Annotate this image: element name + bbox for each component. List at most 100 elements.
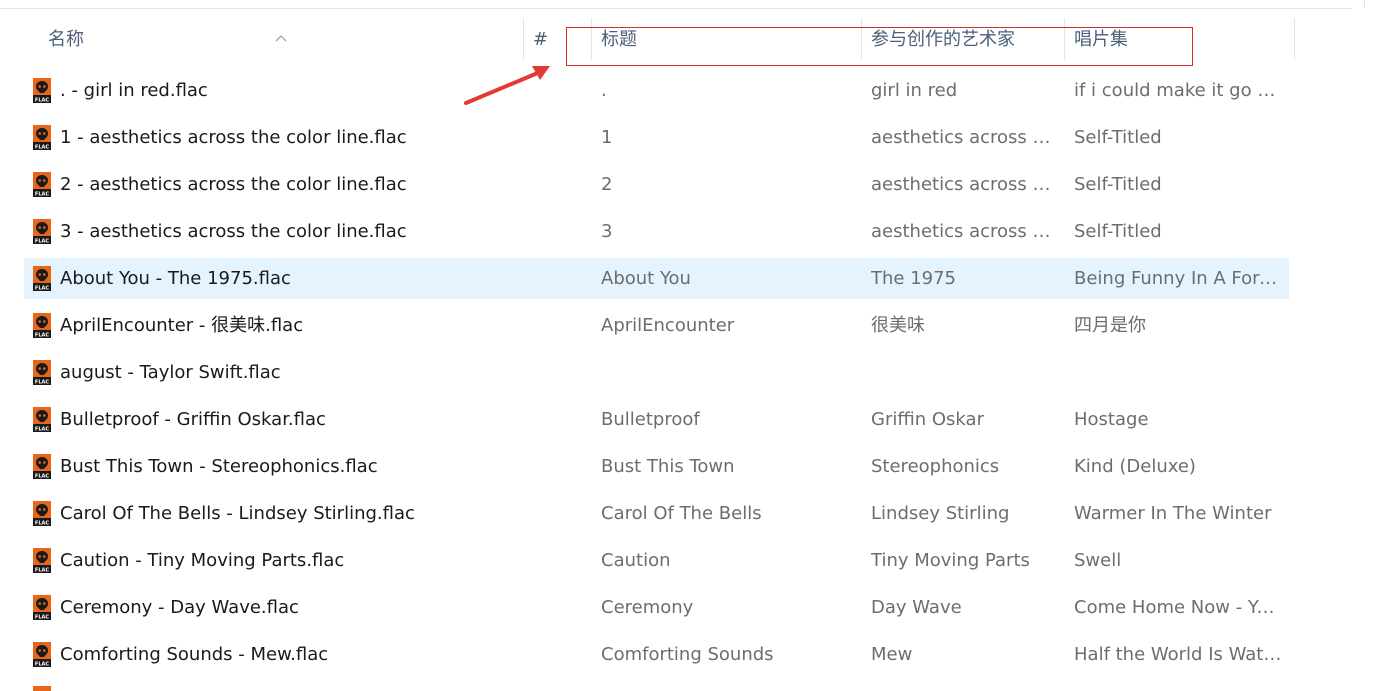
file-name: 2 - aesthetics across the color line.fla…	[60, 174, 407, 195]
top-divider	[0, 8, 1352, 9]
file-album: Being Funny In A Forei...	[1074, 268, 1282, 289]
svg-text:FLAC: FLAC	[35, 474, 49, 480]
file-row[interactable]: FLAC. - girl in red.flac. girl in red if i…	[24, 70, 1289, 111]
flac-file-icon: FLAC	[33, 595, 51, 621]
file-row[interactable]: FLAC Carol Of The Bells - Lindsey Stirlin…	[24, 493, 1289, 534]
file-artist: The 1975	[871, 268, 957, 289]
file-album: Hostage	[1074, 409, 1149, 430]
file-title: 1	[601, 127, 613, 148]
svg-text:FLAC: FLAC	[35, 568, 49, 574]
file-artist: Griffin Oskar	[871, 409, 984, 430]
file-name: Caution - Tiny Moving Parts.flac	[60, 550, 345, 571]
file-artist	[871, 352, 1051, 393]
flac-file-icon: FLAC	[33, 454, 51, 480]
file-artist: 很美味	[871, 315, 925, 336]
file-title: Ceremony	[601, 597, 694, 618]
flac-file-icon: FLAC	[33, 501, 51, 527]
file-album	[1074, 352, 1282, 393]
file-album: Self-Titled	[1074, 221, 1162, 242]
file-artist: Day Wave	[871, 597, 962, 618]
file-name: Ceremony - Day Wave.flac	[60, 597, 299, 618]
file-row[interactable]: FLAC About You - The 1975.flac About You Th…	[24, 258, 1289, 299]
file-album: Warmer In The Winter	[1074, 503, 1272, 524]
flac-file-icon: FLAC	[33, 78, 51, 104]
annotation-highlight-box	[566, 27, 1193, 66]
file-row[interactable]: FLAC Bulletproof - Griffin Oskar.flac Bull…	[24, 399, 1289, 440]
svg-text:FLAC: FLAC	[35, 192, 49, 198]
flac-file-icon: FLAC	[33, 266, 51, 292]
file-title: Bust This Town	[601, 456, 735, 477]
column-divider[interactable]	[1294, 18, 1295, 60]
file-album: Swell	[1074, 550, 1122, 571]
red-arrow-icon	[464, 66, 550, 105]
flac-file-icon: FLAC	[33, 407, 51, 433]
flac-file-icon: FLAC	[33, 313, 51, 339]
file-title: Bulletproof	[601, 409, 700, 430]
file-row[interactable]: FLAC 2 - aesthetics across the color line…	[24, 164, 1289, 205]
svg-text:FLAC: FLAC	[35, 380, 49, 386]
file-row[interactable]: FLAC Ceremony - Day Wave.flac Ceremony Day …	[24, 587, 1289, 628]
file-row[interactable]: FLAC 1 - aesthetics across the color line…	[24, 117, 1289, 158]
svg-text:FLAC: FLAC	[35, 427, 49, 433]
file-name: AprilEncounter - 很美味.flac	[60, 315, 304, 336]
file-title	[601, 352, 851, 393]
file-album: if i could make it go q...	[1074, 80, 1282, 101]
file-artist: Tiny Moving Parts	[871, 550, 1030, 571]
flac-file-icon: FLAC	[33, 642, 51, 668]
file-title: 3	[601, 221, 613, 242]
file-title: Caution	[601, 550, 671, 571]
file-album: Half the World Is Watc...	[1074, 644, 1282, 665]
file-row[interactable]: FLAC Caution - Tiny Moving Parts.flac Caut…	[24, 540, 1289, 581]
sort-ascending-icon	[275, 35, 287, 42]
flac-file-icon: FLAC	[33, 219, 51, 245]
file-title: .	[601, 80, 607, 101]
file-title: Carol Of The Bells	[601, 503, 762, 524]
file-title: About You	[601, 268, 691, 289]
file-row[interactable]: FLAC august - Taylor Swift.flac	[24, 352, 1289, 393]
file-name: Bust This Town - Stereophonics.flac	[60, 456, 378, 477]
flac-file-icon: FLAC	[33, 360, 51, 386]
svg-text:FLAC: FLAC	[35, 286, 49, 292]
file-name: Bulletproof - Griffin Oskar.flac	[60, 409, 326, 430]
file-row[interactable]: FLAC AprilEncounter - 很美味.flac AprilEncoun…	[24, 305, 1289, 346]
file-album: Kind (Deluxe)	[1074, 456, 1196, 477]
flac-file-icon	[33, 686, 51, 691]
file-row[interactable]: FLAC Bust This Town - Stereophonics.flac B…	[24, 446, 1289, 487]
top-divider-right	[1364, 0, 1365, 8]
column-divider[interactable]	[523, 18, 524, 60]
flac-file-icon: FLAC	[33, 125, 51, 151]
file-title: Comforting Sounds	[601, 644, 774, 665]
file-row[interactable]: FLAC Comforting Sounds - Mew.flac Comforti…	[24, 634, 1289, 675]
svg-text:FLAC: FLAC	[35, 521, 49, 527]
svg-text:FLAC: FLAC	[35, 98, 49, 104]
flac-file-icon: FLAC	[33, 548, 51, 574]
file-artist: Mew	[871, 644, 913, 665]
file-album: Come Home Now - Yo...	[1074, 597, 1282, 618]
column-header-number[interactable]: #	[533, 18, 548, 62]
file-name: About You - The 1975.flac	[60, 268, 291, 289]
file-name: Comforting Sounds - Mew.flac	[60, 644, 329, 665]
column-header-name[interactable]: 名称	[48, 18, 84, 62]
file-name: 1 - aesthetics across the color line.fla…	[60, 127, 407, 148]
svg-text:FLAC: FLAC	[35, 615, 49, 621]
file-title: AprilEncounter	[601, 315, 735, 336]
file-artist: Stereophonics	[871, 456, 1000, 477]
file-album: Self-Titled	[1074, 174, 1162, 195]
file-artist: girl in red	[871, 80, 958, 101]
file-album: 四月是你	[1074, 315, 1146, 336]
file-name: 3 - aesthetics across the color line.fla…	[60, 221, 407, 242]
file-name: Carol Of The Bells - Lindsey Stirling.fl…	[60, 503, 415, 524]
svg-text:FLAC: FLAC	[35, 239, 49, 245]
file-artist: aesthetics across th...	[871, 174, 1051, 195]
svg-text:FLAC: FLAC	[35, 145, 49, 151]
file-name: august - Taylor Swift.flac	[60, 362, 281, 383]
file-artist: Lindsey Stirling	[871, 503, 1010, 524]
file-artist: aesthetics across th...	[871, 127, 1051, 148]
svg-text:FLAC: FLAC	[35, 662, 49, 668]
file-artist: aesthetics across th...	[871, 221, 1051, 242]
file-title: 2	[601, 174, 613, 195]
file-row[interactable]: FLAC 3 - aesthetics across the color line…	[24, 211, 1289, 252]
file-album: Self-Titled	[1074, 127, 1162, 148]
svg-text:FLAC: FLAC	[35, 333, 49, 339]
flac-file-icon: FLAC	[33, 172, 51, 198]
